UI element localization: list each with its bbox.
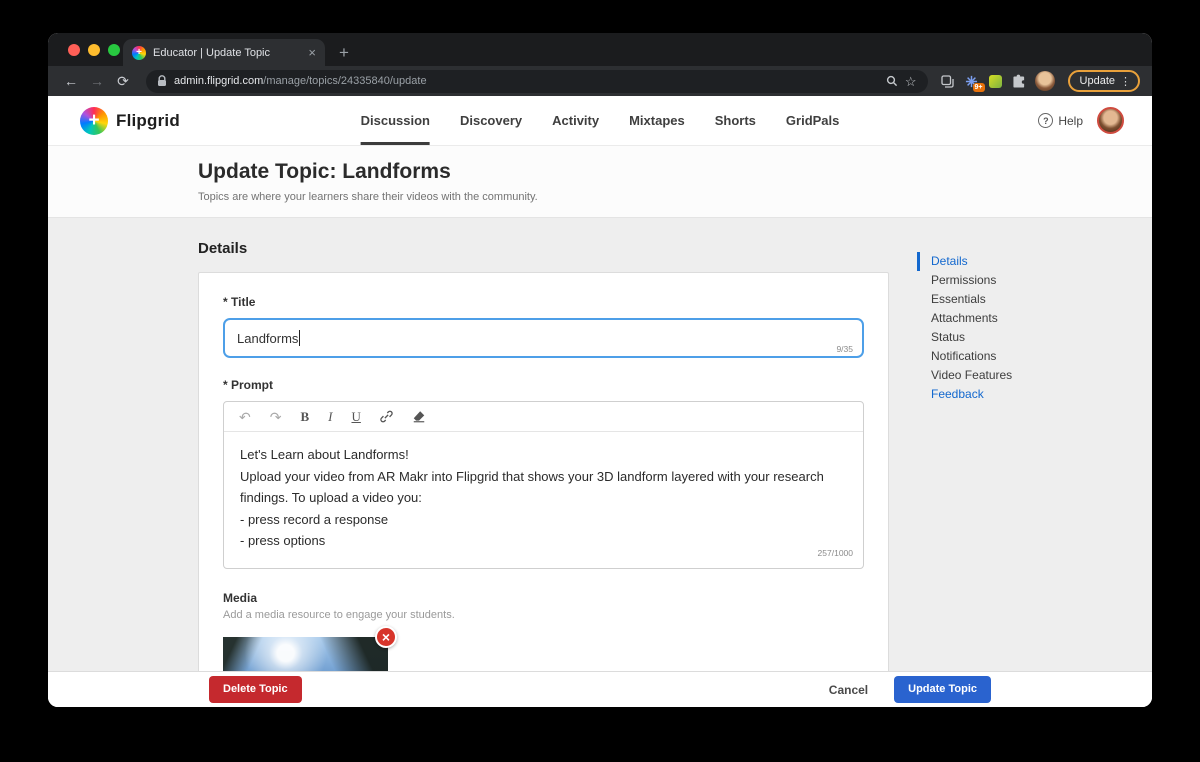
nav-item-discovery[interactable]: Discovery: [460, 96, 522, 145]
sidebar-item-video-features[interactable]: Video Features: [917, 366, 1012, 385]
underline-button[interactable]: U: [351, 410, 360, 423]
page-title: Update Topic: Landforms: [198, 160, 1152, 184]
sidebar-item-details[interactable]: Details: [917, 252, 1012, 271]
tab-favicon-icon: +: [132, 46, 146, 60]
prompt-line: Upload your video from AR Makr into Flip…: [240, 466, 849, 509]
header-right: ? Help: [1038, 107, 1124, 134]
nav-item-activity[interactable]: Activity: [552, 96, 599, 145]
page-subtitle: Topics are where your learners share the…: [198, 191, 1152, 203]
text-cursor: [299, 330, 300, 346]
clear-format-icon[interactable]: [412, 410, 426, 423]
prompt-line: Let's Learn about Landforms!: [240, 444, 849, 466]
page-banner: Update Topic: Landforms Topics are where…: [48, 146, 1152, 218]
search-icon[interactable]: [886, 75, 898, 87]
browser-menu-icon[interactable]: ⋮: [1120, 75, 1131, 88]
main-content: Details * Title Landforms 9/35 * Prompt …: [48, 218, 1152, 671]
extensions-puzzle-icon[interactable]: [1011, 74, 1026, 89]
site-header: + Flipgrid Discussion Discovery Activity…: [48, 96, 1152, 146]
sidebar-item-feedback[interactable]: Feedback: [917, 385, 1012, 404]
link-icon[interactable]: [380, 410, 393, 423]
flipgrid-logo-icon: +: [80, 107, 108, 135]
address-bar[interactable]: admin.flipgrid.com/manage/topics/2433584…: [146, 70, 928, 93]
forward-icon[interactable]: →: [86, 74, 108, 88]
reading-list-icon[interactable]: [940, 74, 955, 89]
title-counter: 9/35: [836, 344, 853, 354]
chat-extension-icon[interactable]: [989, 75, 1002, 88]
title-label: * Title: [223, 295, 864, 309]
undo-icon[interactable]: ↶: [239, 410, 251, 424]
redo-icon[interactable]: ↷: [270, 410, 282, 424]
bookmark-star-icon[interactable]: ☆: [905, 75, 917, 88]
sidebar-item-notifications[interactable]: Notifications: [917, 347, 1012, 366]
new-tab-button[interactable]: +: [339, 44, 349, 61]
browser-profile-avatar[interactable]: [1035, 71, 1055, 91]
remove-media-button[interactable]: ×: [375, 626, 397, 648]
lock-icon: [157, 75, 167, 87]
prompt-editor: ↶ ↷ B I U: [223, 401, 864, 569]
title-value: Landforms: [237, 331, 298, 346]
browser-tab[interactable]: + Educator | Update Topic ×: [123, 39, 325, 66]
prompt-line: - press record a response: [240, 509, 849, 531]
help-icon: ?: [1038, 113, 1053, 128]
side-nav: Details Permissions Essentials Attachmen…: [917, 252, 1012, 404]
extension-badge: 9+: [973, 83, 985, 92]
browser-toolbar: ← → ⟳ admin.flipgrid.com/manage/topics/2…: [48, 66, 1152, 96]
extension-icon[interactable]: 9+: [964, 73, 980, 89]
prompt-text[interactable]: Let's Learn about Landforms! Upload your…: [224, 432, 863, 568]
sidebar-item-status[interactable]: Status: [917, 328, 1012, 347]
nav-item-gridpals[interactable]: GridPals: [786, 96, 839, 145]
media-hint: Add a media resource to engage your stud…: [223, 609, 864, 621]
site-nav: Discussion Discovery Activity Mixtapes S…: [361, 96, 840, 145]
editor-toolbar: ↶ ↷ B I U: [224, 402, 863, 432]
title-input[interactable]: Landforms 9/35: [223, 318, 864, 358]
sidebar-item-essentials[interactable]: Essentials: [917, 290, 1012, 309]
tab-close-icon[interactable]: ×: [308, 46, 316, 59]
close-window-button[interactable]: [68, 44, 80, 56]
sidebar-item-attachments[interactable]: Attachments: [917, 309, 1012, 328]
url-domain: admin.flipgrid.com: [174, 75, 263, 87]
minimize-window-button[interactable]: [88, 44, 100, 56]
action-footer: Delete Topic Cancel Update Topic: [48, 671, 1152, 707]
toolbar-extensions: 9+ Update ⋮: [940, 70, 1140, 92]
delete-topic-button[interactable]: Delete Topic: [209, 676, 302, 703]
prompt-counter: 257/1000: [818, 543, 853, 565]
help-label: Help: [1058, 114, 1083, 128]
profile-avatar[interactable]: [1097, 107, 1124, 134]
cancel-button[interactable]: Cancel: [829, 683, 868, 697]
prompt-line: - press options: [240, 530, 849, 552]
traffic-lights: [68, 44, 120, 56]
details-card: * Title Landforms 9/35 * Prompt ↶ ↷ B I …: [198, 272, 889, 671]
page: + Flipgrid Discussion Discovery Activity…: [48, 96, 1152, 707]
reload-icon[interactable]: ⟳: [112, 74, 134, 88]
brand[interactable]: + Flipgrid: [80, 107, 180, 135]
brand-name: Flipgrid: [116, 111, 180, 131]
nav-item-shorts[interactable]: Shorts: [715, 96, 756, 145]
url-path: /manage/topics/24335840/update: [263, 75, 426, 87]
nav-item-mixtapes[interactable]: Mixtapes: [629, 96, 685, 145]
media-thumbnail-image: [223, 637, 388, 672]
media-label: Media: [223, 591, 864, 605]
bold-button[interactable]: B: [300, 410, 309, 423]
url-text: admin.flipgrid.com/manage/topics/2433584…: [174, 75, 879, 87]
zoom-window-button[interactable]: [108, 44, 120, 56]
back-icon[interactable]: ←: [60, 74, 82, 88]
nav-item-discussion[interactable]: Discussion: [361, 96, 430, 145]
media-thumbnail-wrap: ×: [223, 637, 388, 672]
sidebar-item-permissions[interactable]: Permissions: [917, 271, 1012, 290]
tab-title: Educator | Update Topic: [153, 47, 301, 59]
help-button[interactable]: ? Help: [1038, 113, 1083, 128]
italic-button[interactable]: I: [328, 410, 332, 423]
browser-update-button[interactable]: Update ⋮: [1068, 70, 1140, 92]
browser-window: + Educator | Update Topic × + ← → ⟳ admi…: [48, 33, 1152, 707]
browser-update-label: Update: [1080, 75, 1115, 87]
update-topic-button[interactable]: Update Topic: [894, 676, 991, 703]
prompt-label: * Prompt: [223, 378, 864, 392]
tab-strip: + Educator | Update Topic × +: [48, 33, 1152, 66]
